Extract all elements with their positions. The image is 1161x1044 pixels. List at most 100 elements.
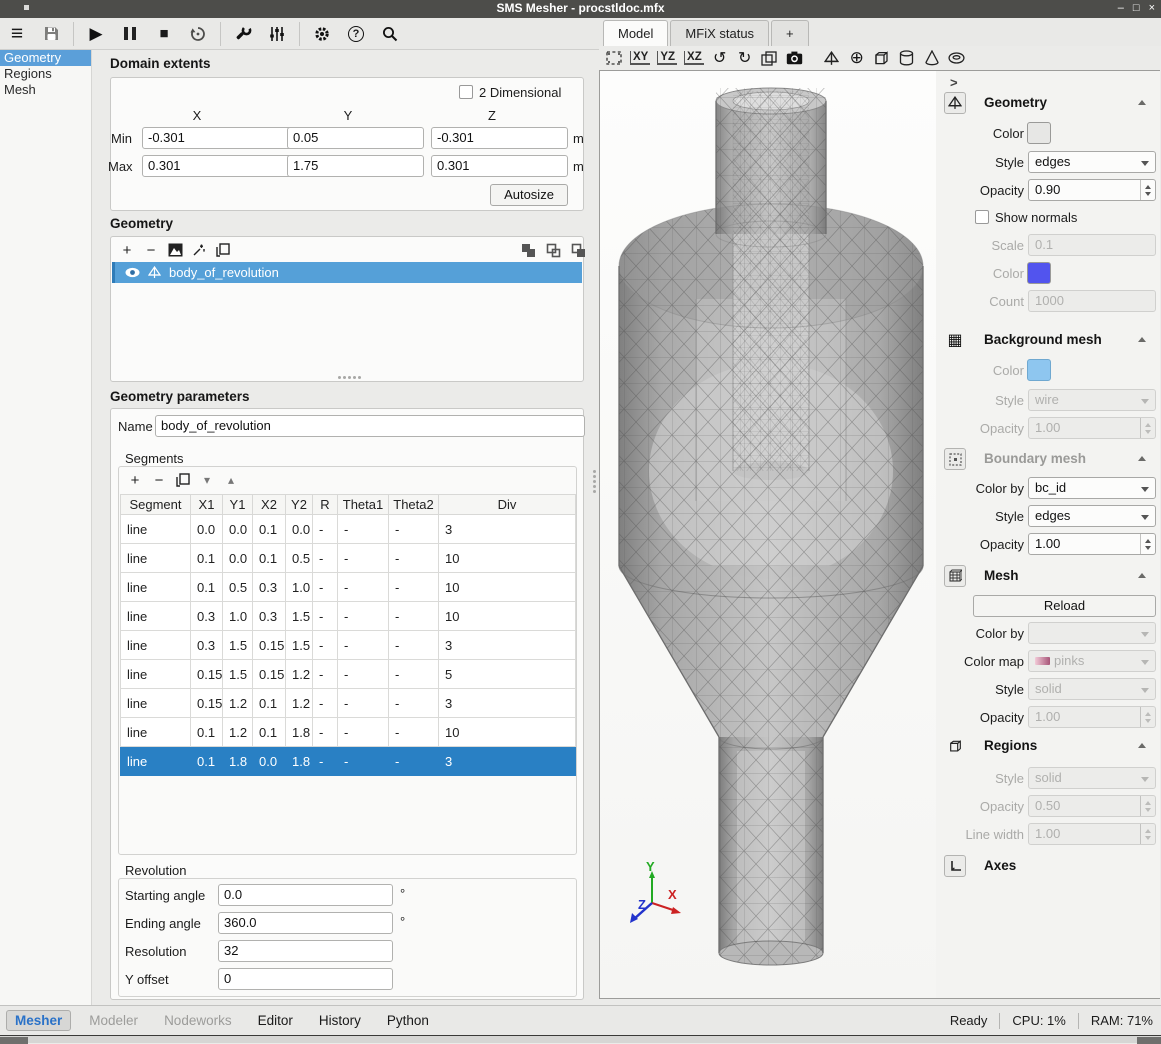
show-normals-checkbox[interactable] <box>975 210 989 224</box>
segment-add-icon[interactable]: + <box>124 470 146 490</box>
x-min-field[interactable]: -0.301 <box>142 127 292 149</box>
segment-row[interactable]: line0.31.50.151.5---3 <box>121 631 576 660</box>
sphere-region-icon[interactable]: ⊕ <box>848 49 866 67</box>
panel-splitter[interactable] <box>590 50 599 1005</box>
mesh-section-title[interactable]: Mesh <box>984 568 1019 583</box>
y-offset-field[interactable]: 0 <box>218 968 393 990</box>
column-header-segment[interactable]: Segment <box>121 495 191 515</box>
view-xy-icon[interactable]: XY <box>630 49 650 67</box>
stop-icon[interactable]: ■ <box>147 20 181 48</box>
boundary-mesh-section-title[interactable]: Boundary mesh <box>984 451 1086 466</box>
boundary-mesh-collapse-arrow[interactable] <box>1138 456 1146 461</box>
segment-row[interactable]: line0.31.00.31.5---10 <box>121 602 576 631</box>
segment-row[interactable]: line0.151.50.151.2---5 <box>121 660 576 689</box>
help-icon[interactable]: ? <box>339 20 373 48</box>
mesh-collapse-arrow[interactable] <box>1138 573 1146 578</box>
boundary-mesh-section-icon[interactable] <box>944 448 966 470</box>
boundary-mesh-style-combo[interactable]: edges <box>1028 505 1156 527</box>
column-header-div[interactable]: Div <box>439 495 576 515</box>
reset-icon[interactable] <box>181 20 215 48</box>
tab-model[interactable]: Model <box>603 20 668 47</box>
geometry-section-title[interactable]: Geometry <box>984 95 1047 110</box>
geometry-collapse-arrow[interactable] <box>1138 100 1146 105</box>
background-mesh-section-icon[interactable]: ▦ <box>944 329 966 351</box>
collapse-sidebar-chevron[interactable]: > <box>950 75 958 90</box>
axes-section-icon[interactable] <box>944 855 966 877</box>
background-mesh-collapse-arrow[interactable] <box>1138 337 1146 342</box>
column-header-theta1[interactable]: Theta1 <box>338 495 389 515</box>
segment-move-up-icon[interactable]: ▴ <box>220 470 242 490</box>
rotate-ccw-icon[interactable]: ↺ <box>711 49 729 67</box>
geometry-color-swatch[interactable] <box>1027 122 1051 144</box>
toggle-geometry-icon[interactable] <box>823 49 841 67</box>
name-field[interactable]: body_of_revolution <box>155 415 585 437</box>
segment-row[interactable]: line0.11.20.11.8---10 <box>121 718 576 747</box>
x-max-field[interactable]: 0.301 <box>142 155 292 177</box>
regions-section-icon[interactable] <box>944 735 966 757</box>
boolean-intersect-icon[interactable] <box>567 240 589 260</box>
box-region-icon[interactable] <box>873 49 891 67</box>
wizard-icon[interactable] <box>188 240 210 260</box>
column-header-y2[interactable]: Y2 <box>286 495 313 515</box>
segment-row[interactable]: line0.00.00.10.0---3 <box>121 515 576 544</box>
run-icon[interactable]: ▶ <box>79 20 113 48</box>
mesh-section-icon[interactable] <box>944 565 966 587</box>
reload-mesh-button[interactable]: Reload <box>973 595 1156 617</box>
cone-region-icon[interactable] <box>923 49 941 67</box>
pause-icon[interactable] <box>113 20 147 48</box>
settings-gear-icon[interactable] <box>305 20 339 48</box>
starting-angle-field[interactable]: 0.0 <box>218 884 393 906</box>
tab--[interactable]: + <box>771 20 809 46</box>
segment-row[interactable]: line0.10.50.31.0---10 <box>121 573 576 602</box>
geometry-add-icon[interactable]: + <box>116 240 138 260</box>
axes-section-title[interactable]: Axes <box>984 858 1016 873</box>
geometry-section-icon[interactable] <box>944 92 966 114</box>
segment-move-down-icon[interactable]: ▾ <box>196 470 218 490</box>
z-min-field[interactable]: -0.301 <box>431 127 568 149</box>
screenshot-camera-icon[interactable] <box>786 49 804 67</box>
add-stl-file-icon[interactable] <box>164 240 186 260</box>
cylinder-region-icon[interactable] <box>898 49 916 67</box>
maximize-button[interactable]: □ <box>1133 0 1140 17</box>
segment-row[interactable]: line0.11.80.01.8---3 <box>121 747 576 776</box>
boundary-mesh-color-by-combo[interactable]: bc_id <box>1028 477 1156 499</box>
resolution-field[interactable]: 32 <box>218 940 393 962</box>
rotate-cw-icon[interactable]: ↻ <box>736 49 754 67</box>
segment-copy-icon[interactable] <box>172 470 194 490</box>
regions-collapse-arrow[interactable] <box>1138 743 1146 748</box>
two-dimensional-checkbox[interactable] <box>459 85 473 99</box>
normals-color-swatch[interactable] <box>1027 262 1051 284</box>
column-header-x2[interactable]: X2 <box>253 495 286 515</box>
geometry-copy-icon[interactable] <box>212 240 234 260</box>
mode-editor[interactable]: Editor <box>258 1013 293 1028</box>
reset-view-icon[interactable] <box>605 49 623 67</box>
menu-icon[interactable]: ≡ <box>0 20 34 48</box>
tab-mfix-status[interactable]: MFiX status <box>670 20 769 46</box>
save-icon[interactable] <box>34 20 68 48</box>
regions-section-title[interactable]: Regions <box>984 738 1037 753</box>
parameters-sliders-icon[interactable] <box>260 20 294 48</box>
minimize-button[interactable]: – <box>1118 0 1124 17</box>
torus-region-icon[interactable] <box>948 49 966 67</box>
view-xz-icon[interactable]: XZ <box>684 49 704 67</box>
close-button[interactable]: × <box>1149 0 1155 17</box>
column-header-x1[interactable]: X1 <box>191 495 223 515</box>
autosize-button[interactable]: Autosize <box>490 184 568 206</box>
column-header-y1[interactable]: Y1 <box>223 495 253 515</box>
boundary-mesh-opacity-spin[interactable]: 1.00 <box>1028 533 1156 555</box>
mode-python[interactable]: Python <box>387 1013 429 1028</box>
column-header-theta2[interactable]: Theta2 <box>389 495 439 515</box>
sidebar-item-geometry[interactable]: Geometry <box>0 50 91 66</box>
segment-row[interactable]: line0.151.20.11.2---3 <box>121 689 576 718</box>
perspective-icon[interactable] <box>761 49 779 67</box>
background-mesh-section-title[interactable]: Background mesh <box>984 332 1102 347</box>
background-mesh-color-swatch[interactable] <box>1027 359 1051 381</box>
build-wrench-icon[interactable] <box>226 20 260 48</box>
mode-history[interactable]: History <box>319 1013 361 1028</box>
view-yz-icon[interactable]: YZ <box>657 49 677 67</box>
y-min-field[interactable]: 0.05 <box>287 127 424 149</box>
mode-mesher[interactable]: Mesher <box>6 1010 71 1031</box>
y-max-field[interactable]: 1.75 <box>287 155 424 177</box>
sidebar-item-mesh[interactable]: Mesh <box>0 82 91 98</box>
boolean-union-icon[interactable] <box>517 240 539 260</box>
